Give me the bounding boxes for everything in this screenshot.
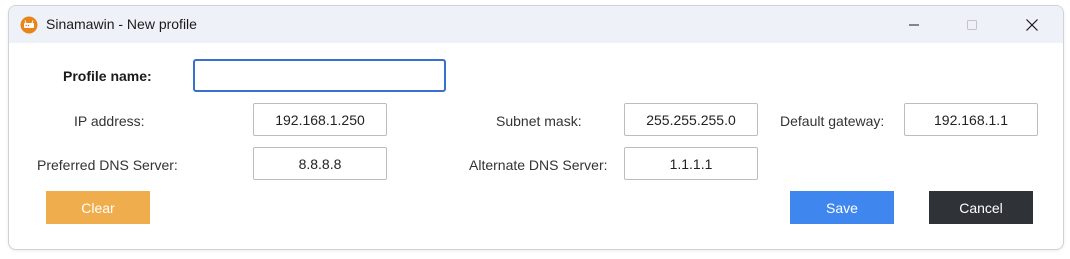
subnet-mask-input[interactable] <box>624 103 758 136</box>
clear-button[interactable]: Clear <box>46 191 150 224</box>
cancel-button[interactable]: Cancel <box>929 191 1033 224</box>
profile-name-label: Profile name: <box>63 68 152 84</box>
window-title: Sinamawin - New profile <box>46 16 197 32</box>
router-app-icon <box>20 16 38 34</box>
close-icon <box>1025 18 1039 32</box>
alternate-dns-input[interactable] <box>624 147 758 180</box>
preferred-dns-input[interactable] <box>253 147 387 180</box>
close-button[interactable] <box>1009 6 1055 43</box>
default-gateway-input[interactable] <box>904 103 1038 136</box>
maximize-icon <box>966 19 978 31</box>
title-bar[interactable]: Sinamawin - New profile <box>9 6 1063 43</box>
save-button[interactable]: Save <box>790 191 894 224</box>
preferred-dns-label: Preferred DNS Server: <box>37 157 178 173</box>
default-gateway-label: Default gateway: <box>780 113 885 129</box>
new-profile-window: Sinamawin - New profile Profile name: IP… <box>8 5 1064 250</box>
profile-name-input[interactable] <box>193 59 446 92</box>
minimize-button[interactable] <box>891 6 937 43</box>
maximize-button[interactable] <box>949 6 995 43</box>
subnet-mask-label: Subnet mask: <box>496 113 582 129</box>
ip-address-label: IP address: <box>74 113 145 129</box>
minimize-icon <box>908 19 920 31</box>
ip-address-input[interactable] <box>253 103 387 136</box>
alternate-dns-label: Alternate DNS Server: <box>469 157 608 173</box>
